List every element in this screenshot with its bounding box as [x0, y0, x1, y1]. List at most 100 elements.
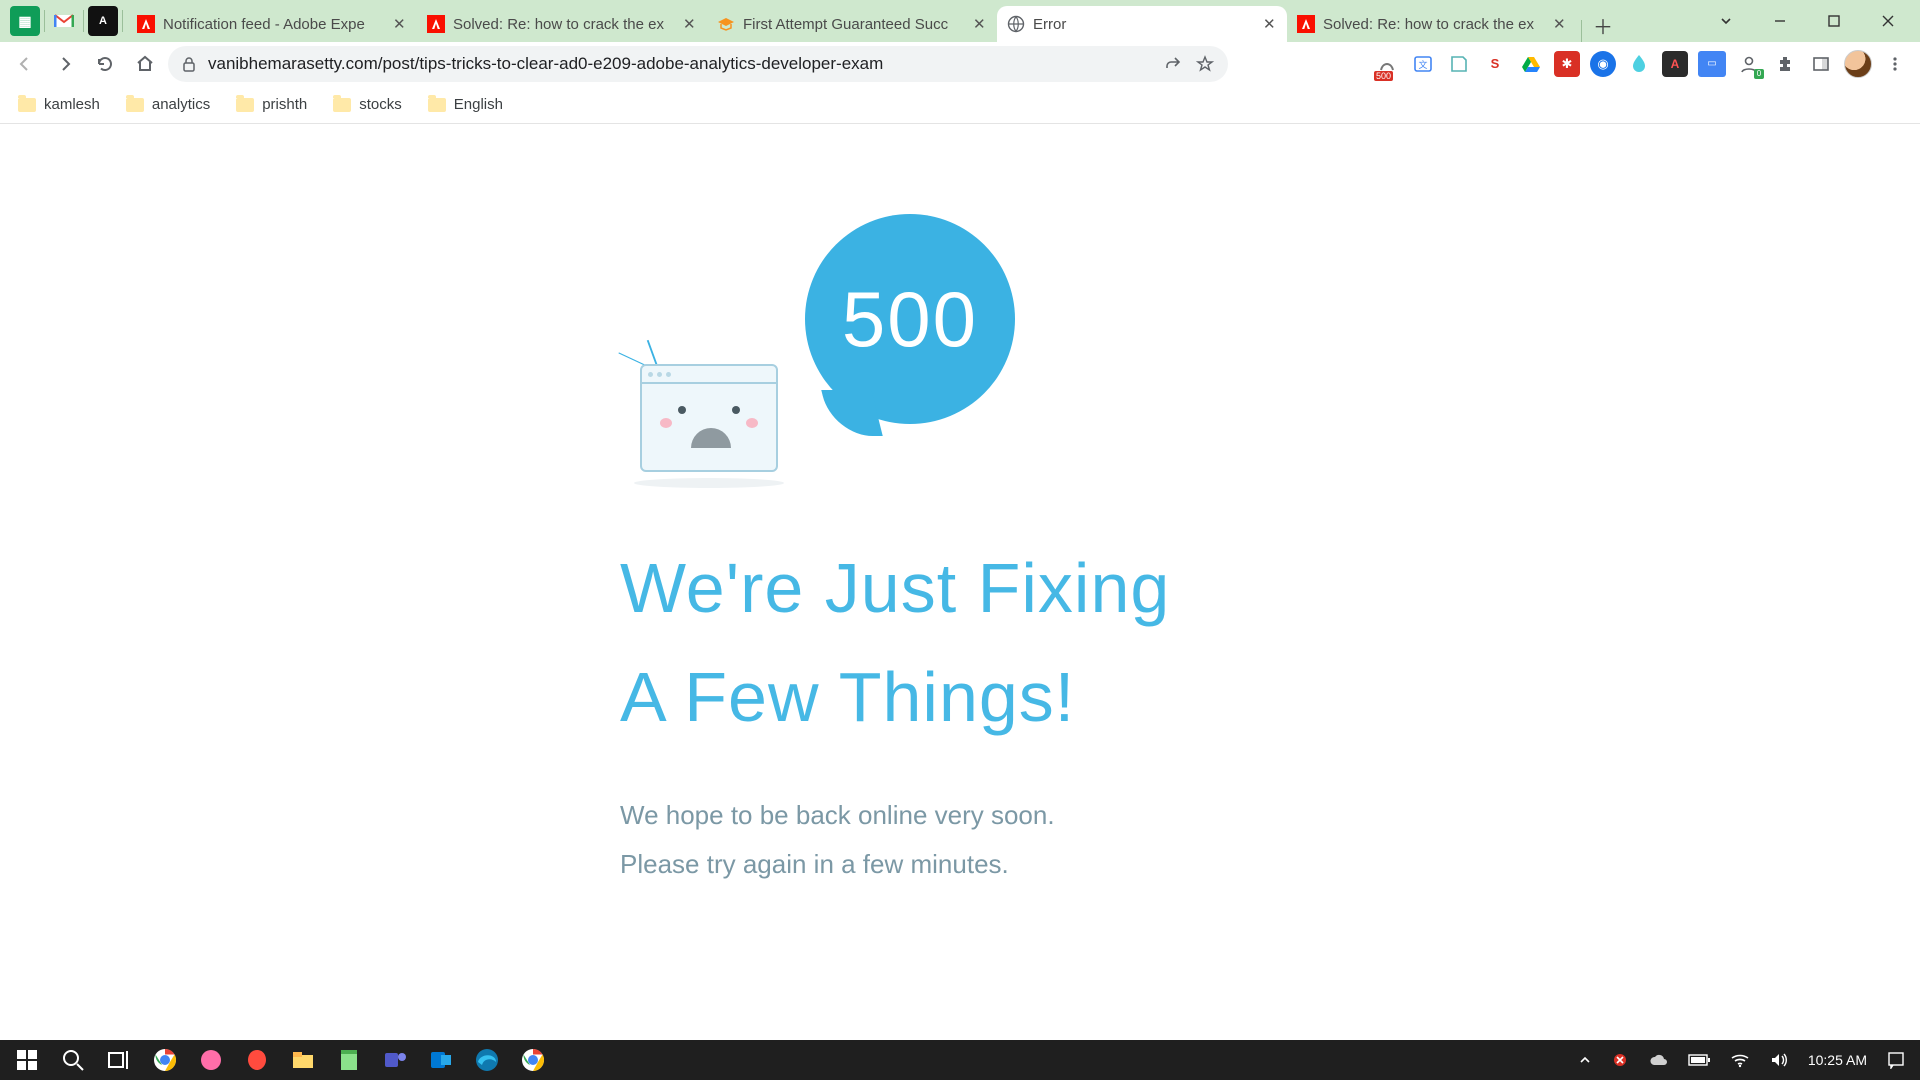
tab-first-attempt[interactable]: First Attempt Guaranteed Succ ✕: [707, 6, 997, 42]
browser-tabstrip: ▦ A Notification feed - Adobe Expe ✕ Sol…: [0, 0, 1920, 42]
tray-notifications[interactable]: [1882, 1040, 1910, 1080]
back-button[interactable]: [8, 47, 42, 81]
new-tab-button[interactable]: ＋: [1586, 8, 1620, 42]
taskbar-app-1[interactable]: [188, 1040, 234, 1080]
taskbar-teams[interactable]: [372, 1040, 418, 1080]
ext-red[interactable]: ✱: [1554, 51, 1580, 77]
tray-clock[interactable]: 10:25 AM: [1803, 1040, 1872, 1080]
pinned-app-sheets[interactable]: ▦: [10, 6, 40, 36]
tab-notification-feed[interactable]: Notification feed - Adobe Expe ✕: [127, 6, 417, 42]
tray-battery[interactable]: [1683, 1040, 1715, 1080]
bookmark-label: analytics: [152, 96, 210, 113]
bookmark-label: stocks: [359, 96, 402, 113]
tab-label: Solved: Re: how to crack the ex: [1323, 16, 1545, 33]
tray-onedrive[interactable]: [1643, 1040, 1673, 1080]
taskbar-chrome-2[interactable]: [510, 1040, 556, 1080]
error-subtext: We hope to be back online very soon. Ple…: [620, 791, 1300, 890]
extensions-button[interactable]: [1772, 51, 1798, 77]
taskbar-outlook[interactable]: [418, 1040, 464, 1080]
tab-label: Solved: Re: how to crack the ex: [453, 16, 675, 33]
chrome-menu-button[interactable]: [1882, 51, 1908, 77]
bookmark-analytics[interactable]: analytics: [116, 92, 220, 117]
tray-security[interactable]: [1607, 1040, 1633, 1080]
ext-person[interactable]: 0: [1736, 51, 1762, 77]
share-icon[interactable]: [1164, 55, 1182, 73]
taskbar-chrome[interactable]: [142, 1040, 188, 1080]
bookmark-prishth[interactable]: prishth: [226, 92, 317, 117]
ext-clip[interactable]: [1446, 51, 1472, 77]
sad-browser-icon: [640, 364, 778, 472]
sub-line-2: Please try again in a few minutes.: [620, 840, 1300, 889]
headline-line-1: We're Just Fixing: [620, 534, 1300, 643]
taskbar-notepad[interactable]: [326, 1040, 372, 1080]
pinned-app-gmail[interactable]: [49, 6, 79, 36]
ext-badge-label: 500: [1374, 71, 1393, 81]
taskbar-file-explorer[interactable]: [280, 1040, 326, 1080]
ext-badge-500[interactable]: 500: [1374, 51, 1400, 77]
tab-error[interactable]: Error ✕: [997, 6, 1287, 42]
window-maximize-button[interactable]: [1816, 6, 1852, 36]
forward-button[interactable]: [48, 47, 82, 81]
pinned-apps: ▦ A: [6, 0, 127, 42]
folder-icon: [333, 98, 351, 112]
close-icon[interactable]: ✕: [1553, 15, 1567, 33]
adobe-icon: [427, 15, 445, 33]
ext-drive[interactable]: [1518, 51, 1544, 77]
tray-chevron[interactable]: [1573, 1040, 1597, 1080]
sub-line-1: We hope to be back online very soon.: [620, 791, 1300, 840]
tab-solved-1[interactable]: Solved: Re: how to crack the ex ✕: [417, 6, 707, 42]
profile-avatar[interactable]: [1844, 50, 1872, 78]
window-close-button[interactable]: [1870, 6, 1906, 36]
tab-label: Notification feed - Adobe Expe: [163, 16, 385, 33]
side-panel-button[interactable]: [1808, 51, 1834, 77]
pinned-app-generic[interactable]: A: [88, 6, 118, 36]
folder-icon: [428, 98, 446, 112]
home-button[interactable]: [128, 47, 162, 81]
url-text: vanibhemarasetty.com/post/tips-tricks-to…: [208, 54, 1164, 74]
windows-taskbar: 10:25 AM: [0, 1040, 1920, 1080]
system-tray: 10:25 AM: [1573, 1040, 1916, 1080]
adobe-icon: [137, 15, 155, 33]
headline-line-2: A Few Things!: [620, 643, 1300, 752]
taskbar-app-2[interactable]: [234, 1040, 280, 1080]
adobe-icon: [1297, 15, 1315, 33]
taskbar-edge[interactable]: [464, 1040, 510, 1080]
bookmark-star-icon[interactable]: [1196, 55, 1214, 73]
folder-icon: [236, 98, 254, 112]
address-bar[interactable]: vanibhemarasetty.com/post/tips-tricks-to…: [168, 46, 1228, 82]
ext-droplet[interactable]: [1626, 51, 1652, 77]
reload-button[interactable]: [88, 47, 122, 81]
error-headline: We're Just Fixing A Few Things!: [620, 534, 1300, 751]
ext-blue-round[interactable]: ◉: [1590, 51, 1616, 77]
tray-wifi[interactable]: [1725, 1040, 1755, 1080]
ext-a-dark[interactable]: A: [1662, 51, 1688, 77]
error-code: 500: [805, 214, 1015, 424]
ext-s[interactable]: S: [1482, 51, 1508, 77]
bookmarks-bar: kamlesh analytics prishth stocks English: [0, 86, 1920, 124]
error-illustration: 500 ＼│: [620, 214, 1040, 474]
tab-label: First Attempt Guaranteed Succ: [743, 16, 965, 33]
close-icon[interactable]: ✕: [683, 15, 697, 33]
folder-icon: [18, 98, 36, 112]
page-content: 500 ＼│ We're Just Fixing A Few Things! W…: [0, 124, 1920, 1040]
bookmark-stocks[interactable]: stocks: [323, 92, 412, 117]
graduation-icon: [717, 15, 735, 33]
tab-solved-2[interactable]: Solved: Re: how to crack the ex ✕: [1287, 6, 1577, 42]
close-icon[interactable]: ✕: [973, 15, 987, 33]
ext-blue-rect[interactable]: ▭: [1698, 51, 1726, 77]
close-icon[interactable]: ✕: [393, 15, 407, 33]
folder-icon: [126, 98, 144, 112]
globe-icon: [1007, 15, 1025, 33]
window-minimize-button[interactable]: [1762, 6, 1798, 36]
lock-icon: [182, 56, 198, 72]
svg-text:文: 文: [1418, 59, 1427, 70]
task-view-button[interactable]: [96, 1040, 142, 1080]
tray-volume[interactable]: [1765, 1040, 1793, 1080]
tab-search-icon[interactable]: [1708, 6, 1744, 36]
bookmark-english[interactable]: English: [418, 92, 513, 117]
bookmark-kamlesh[interactable]: kamlesh: [8, 92, 110, 117]
search-button[interactable]: [50, 1040, 96, 1080]
close-icon[interactable]: ✕: [1263, 15, 1277, 33]
start-button[interactable]: [4, 1040, 50, 1080]
ext-translate[interactable]: 文: [1410, 51, 1436, 77]
